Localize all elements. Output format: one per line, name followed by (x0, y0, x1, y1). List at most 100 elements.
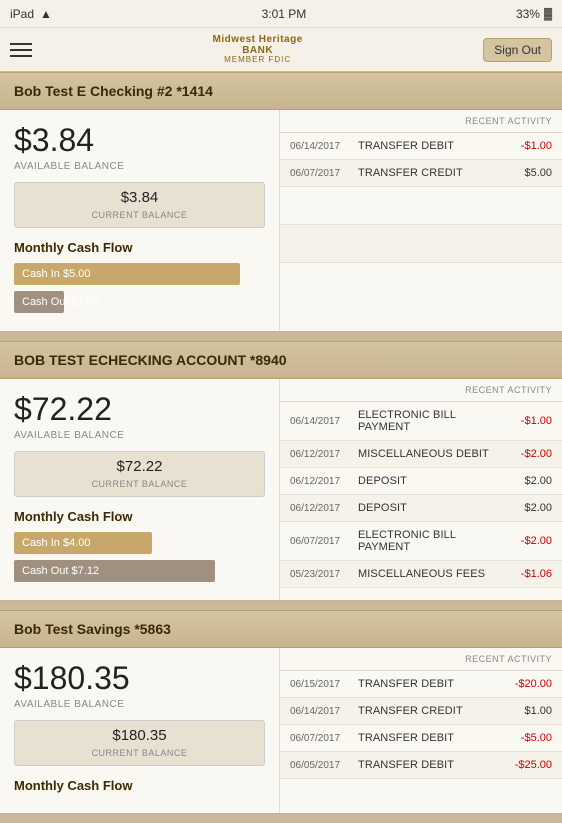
activity-date: 06/07/2017 (290, 536, 358, 547)
cash-flow-title: Monthly Cash Flow (14, 240, 265, 255)
accounts-container: Bob Test E Checking #2 *1414 $3.84 AVAIL… (0, 72, 562, 815)
activity-desc: MISCELLANEOUS FEES (358, 568, 504, 580)
account-body-checking1: $3.84 AVAILABLE BALANCE $3.84 CURRENT BA… (0, 110, 562, 333)
status-right: 33% ▓ (516, 7, 552, 21)
activity-row: 06/14/2017 TRANSFER CREDIT $1.00 (280, 698, 562, 725)
activity-row: 06/07/2017 ELECTRONIC BILL PAYMENT -$2.0… (280, 522, 562, 561)
account-right-savings: RECENT ACTIVITY 06/15/2017 TRANSFER DEBI… (280, 648, 562, 813)
activity-date: 06/05/2017 (290, 760, 358, 771)
activity-desc: ELECTRONIC BILL PAYMENT (358, 529, 504, 553)
activity-date: 06/14/2017 (290, 706, 358, 717)
current-balance-box: $180.35 CURRENT BALANCE (14, 720, 265, 766)
battery-label: 33% (516, 7, 540, 21)
wifi-icon: ▲ (40, 7, 52, 21)
activity-row: 05/23/2017 MISCELLANEOUS FEES -$1.06 (280, 561, 562, 588)
current-balance-label: CURRENT BALANCE (92, 479, 188, 489)
activity-amount: -$25.00 (504, 759, 552, 771)
activity-desc: TRANSFER CREDIT (358, 167, 504, 179)
empty-row (280, 187, 562, 225)
empty-row (280, 225, 562, 263)
available-balance-label: AVAILABLE BALANCE (14, 699, 265, 710)
current-balance-label: CURRENT BALANCE (92, 210, 188, 220)
available-balance-amount: $72.22 (14, 391, 265, 428)
account-section-checking2: BOB TEST ECHECKING ACCOUNT *8940 $72.22 … (0, 341, 562, 602)
available-balance-amount: $180.35 (14, 660, 265, 697)
activity-row: 06/05/2017 TRANSFER DEBIT -$25.00 (280, 752, 562, 779)
current-balance-amount: $180.35 (21, 727, 258, 744)
activity-date: 06/12/2017 (290, 449, 358, 460)
activity-amount: -$1.06 (504, 568, 552, 580)
activity-date: 06/12/2017 (290, 476, 358, 487)
activity-row: 06/12/2017 MISCELLANEOUS DEBIT -$2.00 (280, 441, 562, 468)
available-balance-amount: $3.84 (14, 122, 265, 159)
activity-desc: TRANSFER DEBIT (358, 759, 504, 771)
activity-row: 06/15/2017 TRANSFER DEBIT -$20.00 (280, 671, 562, 698)
account-body-savings: $180.35 AVAILABLE BALANCE $180.35 CURREN… (0, 648, 562, 815)
activity-date: 06/14/2017 (290, 141, 358, 152)
activity-date: 05/23/2017 (290, 569, 358, 580)
recent-activity-header: RECENT ACTIVITY (280, 648, 562, 671)
cash-in-row: Cash In $4.00 (14, 532, 265, 554)
cash-flow-title: Monthly Cash Flow (14, 778, 265, 793)
battery-icon: ▓ (544, 8, 552, 20)
hamburger-menu[interactable] (10, 43, 32, 57)
activity-row: 06/07/2017 TRANSFER DEBIT -$5.00 (280, 725, 562, 752)
activity-amount: -$1.00 (504, 140, 552, 152)
activity-desc: MISCELLANEOUS DEBIT (358, 448, 504, 460)
activity-desc: TRANSFER CREDIT (358, 705, 504, 717)
cash-in-row: Cash In $5.00 (14, 263, 265, 285)
activity-date: 06/15/2017 (290, 679, 358, 690)
cash-out-bar: Cash Out $7.12 (14, 560, 215, 582)
activity-row: 06/12/2017 DEPOSIT $2.00 (280, 495, 562, 522)
sign-out-button[interactable]: Sign Out (483, 38, 552, 62)
activity-desc: DEPOSIT (358, 475, 504, 487)
account-left-savings: $180.35 AVAILABLE BALANCE $180.35 CURREN… (0, 648, 280, 813)
activity-date: 06/07/2017 (290, 168, 358, 179)
cash-out-row: Cash Out $1.00 (14, 291, 265, 313)
bank-name-sub: MEMBER FDIC (213, 56, 303, 65)
activity-desc: ELECTRONIC BILL PAYMENT (358, 409, 504, 433)
activity-date: 06/07/2017 (290, 733, 358, 744)
account-right-checking2: RECENT ACTIVITY 06/14/2017 ELECTRONIC BI… (280, 379, 562, 600)
activity-row: 06/07/2017 TRANSFER CREDIT $5.00 (280, 160, 562, 187)
carrier-label: iPad (10, 7, 34, 21)
cash-out-row: Cash Out $7.12 (14, 560, 265, 582)
account-section-savings: Bob Test Savings *5863 $180.35 AVAILABLE… (0, 610, 562, 815)
activity-amount: -$2.00 (504, 448, 552, 460)
status-bar: iPad ▲ 3:01 PM 33% ▓ (0, 0, 562, 28)
activity-row: 06/14/2017 ELECTRONIC BILL PAYMENT -$1.0… (280, 402, 562, 441)
account-header-savings: Bob Test Savings *5863 (0, 610, 562, 648)
cash-flow-title: Monthly Cash Flow (14, 509, 265, 524)
cash-in-bar: Cash In $5.00 (14, 263, 240, 285)
account-header-checking1: Bob Test E Checking #2 *1414 (0, 72, 562, 110)
activity-amount: -$5.00 (504, 732, 552, 744)
activity-row: 06/12/2017 DEPOSIT $2.00 (280, 468, 562, 495)
current-balance-amount: $3.84 (21, 189, 258, 206)
available-balance-label: AVAILABLE BALANCE (14, 161, 265, 172)
activity-amount: $2.00 (504, 502, 552, 514)
account-left-checking1: $3.84 AVAILABLE BALANCE $3.84 CURRENT BA… (0, 110, 280, 331)
activity-row: 06/14/2017 TRANSFER DEBIT -$1.00 (280, 133, 562, 160)
status-left: iPad ▲ (10, 7, 52, 21)
activity-amount: -$2.00 (504, 535, 552, 547)
account-header-checking2: BOB TEST ECHECKING ACCOUNT *8940 (0, 341, 562, 379)
activity-desc: DEPOSIT (358, 502, 504, 514)
cash-out-bar: Cash Out $1.00 (14, 291, 64, 313)
activity-desc: TRANSFER DEBIT (358, 732, 504, 744)
account-left-checking2: $72.22 AVAILABLE BALANCE $72.22 CURRENT … (0, 379, 280, 600)
activity-amount: -$1.00 (504, 415, 552, 427)
cash-in-bar: Cash In $4.00 (14, 532, 152, 554)
activity-amount: $2.00 (504, 475, 552, 487)
activity-amount: -$20.00 (504, 678, 552, 690)
current-balance-box: $3.84 CURRENT BALANCE (14, 182, 265, 228)
activity-amount: $1.00 (504, 705, 552, 717)
top-nav: Midwest Heritage BANK MEMBER FDIC Sign O… (0, 28, 562, 72)
bank-name-line1: Midwest Heritage (213, 34, 303, 45)
status-time: 3:01 PM (262, 7, 307, 21)
recent-activity-header: RECENT ACTIVITY (280, 379, 562, 402)
current-balance-box: $72.22 CURRENT BALANCE (14, 451, 265, 497)
activity-desc: TRANSFER DEBIT (358, 678, 504, 690)
account-body-checking2: $72.22 AVAILABLE BALANCE $72.22 CURRENT … (0, 379, 562, 602)
activity-date: 06/14/2017 (290, 416, 358, 427)
account-right-checking1: RECENT ACTIVITY 06/14/2017 TRANSFER DEBI… (280, 110, 562, 331)
